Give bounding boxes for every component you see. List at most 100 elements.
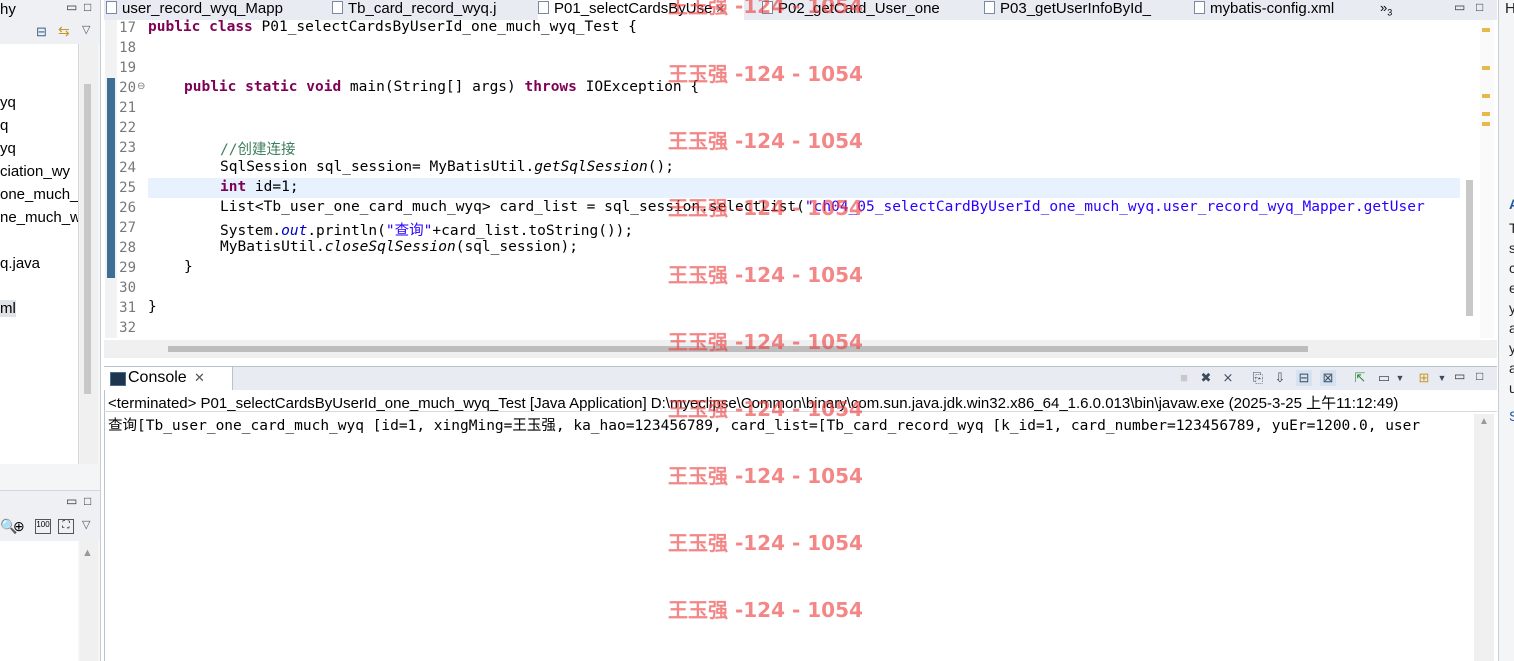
remove-launch-icon[interactable]: ✖ — [1198, 370, 1214, 386]
keyword: int — [220, 179, 247, 195]
tree-item[interactable]: one_much_ — [0, 186, 78, 203]
line-number: 27 — [119, 220, 136, 236]
open-console-icon[interactable]: ⊞ — [1416, 370, 1432, 386]
tab-user-record-mapper[interactable]: user_record_wyq_Mapp — [106, 0, 328, 20]
outline-scrollbar[interactable]: ▲ — [80, 541, 98, 661]
warning-marker[interactable] — [1482, 66, 1490, 70]
watermark: 王玉强 -124 - 1054 — [668, 464, 863, 488]
scroll-up-icon[interactable]: ▲ — [1479, 416, 1489, 427]
right-panel-text: A — [1509, 196, 1514, 212]
scroll-up-icon[interactable]: ▲ — [82, 547, 93, 559]
fit-icon[interactable]: ⛶ — [58, 519, 74, 534]
keyword: public — [184, 79, 237, 95]
zoom-in-icon[interactable]: ⊕ — [13, 518, 25, 535]
watermark: 王玉强 -124 - 1054 — [668, 397, 863, 421]
line-number: 23 — [119, 140, 136, 156]
right-panel-text: T — [1509, 220, 1514, 236]
right-panel-text: a — [1509, 360, 1514, 376]
right-panel-text: u — [1509, 380, 1514, 396]
view-menu-icon[interactable]: ▽ — [82, 518, 90, 531]
xml-file-icon — [106, 1, 117, 14]
console-tab-label: Console — [128, 369, 187, 386]
java-file-icon — [984, 1, 995, 14]
warning-marker[interactable] — [1482, 94, 1490, 98]
maximize-icon[interactable]: □ — [1476, 0, 1483, 14]
editor-vertical-scrollbar-thumb[interactable] — [1466, 180, 1473, 316]
watermark: 王玉强 -124 - 1054 — [668, 330, 863, 354]
tab-label: mybatis-config.xml — [1210, 0, 1335, 17]
package-tree-scrollbar[interactable] — [80, 44, 98, 464]
show-on-stderr-icon[interactable]: ⊠ — [1320, 370, 1336, 386]
watermark: 王玉强 -124 - 1054 — [668, 0, 863, 18]
tree-item[interactable]: ne_much_w — [0, 209, 78, 226]
outline-body — [0, 541, 78, 661]
code-text: main(String[] args) — [341, 79, 525, 95]
code-line-25: int id=1; — [220, 179, 299, 195]
right-side-panel: H A T s c e y a y a u S — [1498, 0, 1514, 661]
overview-ruler[interactable] — [1480, 20, 1494, 338]
zoom-100-icon[interactable]: 100 — [35, 519, 51, 534]
tree-item[interactable]: q.java — [0, 255, 40, 272]
method-call: getSqlSession — [534, 159, 648, 175]
watermark: 王玉强 -124 - 1054 — [668, 129, 863, 153]
console-icon — [110, 372, 126, 386]
line-number: 22 — [119, 120, 136, 136]
code-text: (); — [647, 159, 674, 175]
line-number: 20 — [119, 80, 136, 96]
terminate-icon[interactable]: ■ — [1176, 370, 1192, 386]
tree-item[interactable]: yq — [0, 140, 16, 157]
line-number: 30 — [119, 280, 136, 296]
outline-panel-header: ▭ □ — [0, 490, 100, 516]
fold-icon[interactable]: ⊖ — [137, 81, 145, 92]
tree-item[interactable]: q — [0, 117, 8, 134]
tree-item[interactable]: yq — [0, 94, 16, 111]
code-text: .println( — [307, 223, 386, 239]
display-console-icon[interactable]: ▭ — [1376, 370, 1392, 386]
show-on-stdout-icon[interactable]: ⊟ — [1296, 370, 1312, 386]
code-text: MyBatisUtil. — [220, 239, 325, 255]
link-editor-icon[interactable]: ⇆ — [58, 23, 70, 40]
line-number: 25 — [119, 180, 136, 196]
collapse-all-icon[interactable]: ⊟ — [36, 24, 47, 40]
warning-marker[interactable] — [1482, 112, 1490, 116]
code-line-29: } — [184, 259, 193, 275]
chevron-down-icon[interactable]: ▼ — [1434, 370, 1450, 386]
method-call: closeSqlSession — [324, 239, 456, 255]
warning-marker[interactable] — [1482, 28, 1490, 32]
warning-marker[interactable] — [1482, 122, 1490, 126]
tree-item-selected[interactable]: ml — [0, 300, 16, 317]
maximize-icon[interactable]: □ — [1476, 369, 1483, 383]
maximize-icon[interactable]: □ — [84, 494, 91, 508]
minimize-icon[interactable]: ▭ — [1454, 0, 1465, 14]
console-header: Console ✕ ■ ✖ ⨯ ⎘ ⇩ ⊟ ⊠ ⇱ ▭ ▼ ⊞ ▼ ▭ □ — [104, 366, 1497, 392]
code-text: SqlSession sql_session= MyBatisUtil. — [220, 159, 535, 175]
maximize-icon[interactable]: □ — [84, 0, 91, 14]
minimize-icon[interactable]: ▭ — [1454, 369, 1465, 383]
chevron-down-icon[interactable]: ▼ — [1392, 370, 1408, 386]
remove-all-icon[interactable]: ⨯ — [1220, 370, 1236, 386]
watermark: 王玉强 -124 - 1054 — [668, 196, 863, 220]
minimize-icon[interactable]: ▭ — [66, 0, 77, 14]
scrollbar-thumb[interactable] — [84, 84, 91, 394]
tab-tb-card-record[interactable]: Tb_card_record_wyq.j — [332, 0, 532, 20]
code-text: P01_selectCardsByUserId_one_much_wyq_Tes… — [252, 19, 637, 35]
console-vertical-scrollbar[interactable]: ▲ — [1474, 414, 1494, 661]
view-menu-icon[interactable]: ▽ — [82, 23, 90, 36]
watermark: 王玉强 -124 - 1054 — [668, 598, 863, 622]
clear-console-icon[interactable]: ⎘ — [1250, 370, 1266, 386]
tab-overflow[interactable]: »3 — [1380, 0, 1410, 20]
tree-item[interactable]: ciation_wy — [0, 163, 70, 180]
pin-console-icon[interactable]: ⇱ — [1352, 370, 1368, 386]
tab-mybatis-config[interactable]: mybatis-config.xml — [1194, 0, 1374, 20]
minimize-icon[interactable]: ▭ — [66, 494, 77, 508]
scroll-lock-icon[interactable]: ⇩ — [1272, 370, 1288, 386]
tab-console[interactable]: Console ✕ — [104, 367, 233, 391]
code-text: System. — [220, 223, 282, 239]
close-icon[interactable]: ✕ — [194, 370, 205, 386]
overflow-count: 3 — [1387, 7, 1393, 18]
tab-p03-get-user-info[interactable]: P03_getUserInfoById_ — [984, 0, 1184, 20]
package-explorer-header: hy ▭ □ — [0, 0, 100, 21]
code-line-17: public class P01_selectCardsByUserId_one… — [148, 19, 637, 35]
line-number: 26 — [119, 200, 136, 216]
right-panel-text: H — [1505, 0, 1514, 17]
